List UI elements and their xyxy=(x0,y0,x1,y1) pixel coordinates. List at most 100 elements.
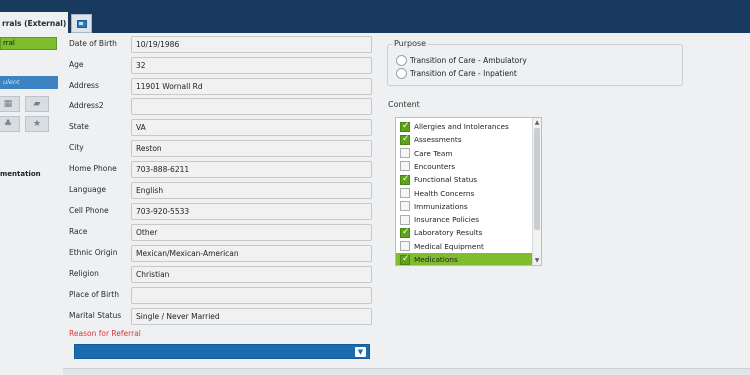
scroll-down-icon[interactable]: ▼ xyxy=(533,256,541,265)
list-item[interactable]: Assessments xyxy=(396,133,532,146)
tab-referrals-external[interactable]: rrals (External) ✎ xyxy=(0,12,75,33)
field-row: Age 32 xyxy=(69,57,372,75)
field-label: Language xyxy=(69,185,107,194)
reason-for-referral-label: Reason for Referral xyxy=(69,329,141,338)
field-label: Place of Birth xyxy=(69,290,119,299)
checkbox[interactable] xyxy=(400,254,410,265)
field-value[interactable]: 703-888-6211 xyxy=(131,161,372,178)
chevron-down-icon[interactable]: ▼ xyxy=(355,347,366,357)
list-item-label: Allergies and Intolerances xyxy=(414,122,509,131)
field-label: Race xyxy=(69,227,88,236)
field-row: Language English xyxy=(69,182,372,200)
list-item[interactable]: Medications xyxy=(396,253,532,265)
content-checklist[interactable]: Allergies and Intolerances Assessments Car… xyxy=(395,117,542,266)
list-item[interactable]: Immunizations xyxy=(396,200,532,213)
field-value[interactable]: Reston xyxy=(131,140,372,157)
radio-inpatient[interactable]: Transition of Care - Inpatient xyxy=(396,68,517,79)
list-item[interactable]: Encounters xyxy=(396,160,532,173)
radio-ambulatory[interactable]: Transition of Care - Ambulatory xyxy=(396,55,527,66)
list-item-label: Health Concerns xyxy=(414,188,475,198)
field-label: Ethnic Origin xyxy=(69,248,118,257)
field-row: Address 11901 Wornall Rd xyxy=(69,78,372,96)
list-item[interactable]: Allergies and Intolerances xyxy=(396,120,532,133)
field-label: Religion xyxy=(69,269,99,278)
field-value[interactable]: 10/19/1986 xyxy=(131,36,372,53)
field-label: Home Phone xyxy=(69,164,117,173)
list-item-label: Encounters xyxy=(414,161,456,171)
referral-form: Date of Birth 10/19/1986 Age 32 Address 11901… xyxy=(62,33,750,375)
field-value[interactable]: Mexican/Mexican-American xyxy=(131,245,372,262)
radio-label: Transition of Care - Inpatient xyxy=(410,69,517,78)
list-item[interactable]: Medical Equipment xyxy=(396,240,532,253)
field-value[interactable]: Other xyxy=(131,224,372,241)
field-value[interactable]: 703-920-5533 xyxy=(131,203,372,220)
checkbox[interactable] xyxy=(400,134,410,145)
checkbox[interactable] xyxy=(400,148,410,159)
field-row: Home Phone 703-888-6211 xyxy=(69,161,372,179)
field-row: Place of Birth xyxy=(69,287,372,305)
list-item-label: Medical Equipment xyxy=(414,241,484,251)
sidebar-section-header[interactable]: ulent xyxy=(0,76,58,89)
comment-icon[interactable]: ▰ xyxy=(25,96,49,112)
list-item-label: Assessments xyxy=(414,135,462,145)
new-tab-icon xyxy=(76,19,87,28)
list-item[interactable]: Care Team xyxy=(396,147,532,160)
grid-icon[interactable]: ▦ xyxy=(0,96,20,112)
field-value[interactable]: Christian xyxy=(131,266,372,283)
star-icon[interactable]: ★ xyxy=(25,116,49,132)
field-row: Address2 xyxy=(69,98,372,116)
field-value[interactable]: English xyxy=(131,182,372,199)
radio-circle[interactable] xyxy=(396,68,407,79)
field-value[interactable] xyxy=(131,98,372,115)
checkbox[interactable] xyxy=(400,241,410,252)
purpose-legend: Purpose xyxy=(392,39,429,48)
list-item-label: Care Team xyxy=(414,148,453,158)
checkbox[interactable] xyxy=(400,174,410,185)
radio-circle[interactable] xyxy=(396,55,407,66)
list-item[interactable]: Functional Status xyxy=(396,173,532,186)
scroll-thumb[interactable] xyxy=(534,128,540,230)
reason-for-referral-select[interactable]: ▼ xyxy=(74,344,370,359)
sidebar-item-active[interactable]: rral xyxy=(0,37,57,50)
list-item-label: Functional Status xyxy=(414,175,478,185)
field-label: City xyxy=(69,143,84,152)
field-row: State VA xyxy=(69,119,372,137)
checkbox[interactable] xyxy=(400,121,410,132)
field-value[interactable]: Single / Never Married xyxy=(131,308,372,325)
list-item[interactable]: Health Concerns xyxy=(396,187,532,200)
checkbox[interactable] xyxy=(400,201,410,212)
field-label: State xyxy=(69,122,89,131)
scrollbar[interactable]: ▲ ▼ xyxy=(532,118,541,265)
field-row: Ethnic Origin Mexican/Mexican-American xyxy=(69,245,372,263)
field-row: Cell Phone 703-920-5533 xyxy=(69,203,372,221)
thumbs-up-icon[interactable]: ♣ xyxy=(0,116,20,132)
field-label: Cell Phone xyxy=(69,206,109,215)
field-label: Address xyxy=(69,81,99,90)
list-item[interactable]: Insurance Policies xyxy=(396,213,532,226)
radio-label: Transition of Care - Ambulatory xyxy=(410,56,527,65)
checkbox[interactable] xyxy=(400,227,410,238)
panel-footer xyxy=(63,368,750,375)
new-tab-button[interactable] xyxy=(71,14,92,33)
field-value[interactable]: 32 xyxy=(131,57,372,74)
checkbox[interactable] xyxy=(400,161,410,172)
field-label: Date of Birth xyxy=(69,39,117,48)
field-row: Race Other xyxy=(69,224,372,242)
left-sidebar: rral ulent ▦ ▰ ♣ ★ mentation xyxy=(0,33,62,375)
list-item-label: Medications xyxy=(414,255,458,264)
list-item-label: Immunizations xyxy=(414,201,468,211)
checkbox[interactable] xyxy=(400,188,410,198)
scroll-up-icon[interactable]: ▲ xyxy=(533,118,541,127)
list-item-label: Laboratory Results xyxy=(414,228,483,238)
checkbox[interactable] xyxy=(400,214,410,225)
list-item-label: Insurance Policies xyxy=(414,215,480,225)
field-label: Address2 xyxy=(69,101,104,110)
field-value[interactable]: 11901 Wornall Rd xyxy=(131,78,372,95)
field-row: Date of Birth 10/19/1986 xyxy=(69,36,372,54)
sidebar-item-documentation[interactable]: mentation xyxy=(0,170,41,178)
field-row: Religion Christian xyxy=(69,266,372,284)
list-item[interactable]: Laboratory Results xyxy=(396,226,532,239)
field-value[interactable] xyxy=(131,287,372,304)
field-row: Marital Status Single / Never Married xyxy=(69,308,372,326)
field-value[interactable]: VA xyxy=(131,119,372,136)
